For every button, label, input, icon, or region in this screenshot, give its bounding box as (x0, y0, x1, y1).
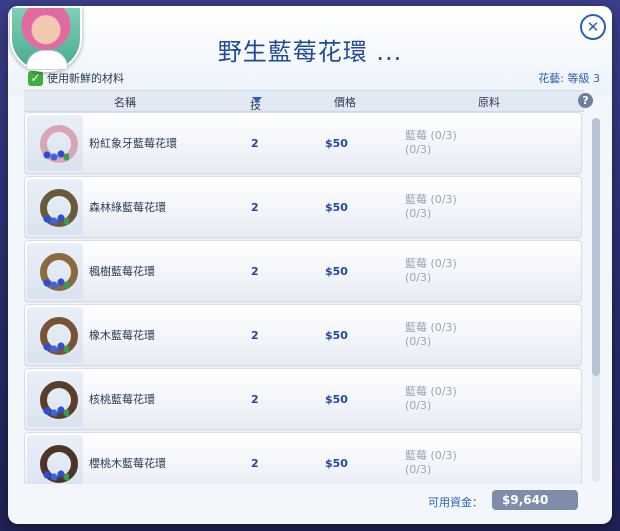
table-row[interactable]: 森林綠藍莓花環 2 $50 藍莓 (0/3) (0/3) (24, 176, 582, 238)
item-price: $50 (325, 457, 348, 470)
item-skill: 2 (251, 265, 259, 278)
item-thumbnail (27, 243, 83, 299)
help-icon[interactable]: ? (578, 93, 593, 108)
item-skill: 2 (251, 393, 259, 406)
ingredient-line: 藍莓 (0/3) (405, 321, 457, 334)
item-thumbnail (27, 115, 83, 171)
item-thumbnail (27, 371, 83, 427)
item-name: 櫻桃木藍莓花環 (89, 457, 166, 470)
scrollbar[interactable] (592, 118, 600, 482)
item-name: 森林綠藍莓花環 (89, 201, 166, 214)
funds-value: $9,640 (492, 490, 578, 510)
item-price: $50 (325, 393, 348, 406)
table-header: 名稱 技能 價格 原料 ? (24, 90, 593, 128)
item-thumbnail (27, 435, 83, 484)
item-skill: 2 (251, 329, 259, 342)
item-ingredients: 藍莓 (0/3) (0/3) (405, 321, 457, 349)
ingredient-line: 藍莓 (0/3) (405, 257, 457, 270)
item-ingredients: 藍莓 (0/3) (0/3) (405, 449, 457, 477)
ingredient-line: 藍莓 (0/3) (405, 385, 457, 398)
item-price: $50 (325, 329, 348, 342)
berries-icon (43, 149, 69, 161)
checkbox-checked-icon[interactable]: ✓ (28, 70, 43, 86)
ingredient-total: (0/3) (405, 271, 432, 284)
header-name[interactable]: 名稱 (114, 94, 136, 110)
berries-icon (43, 341, 69, 353)
berries-icon (43, 469, 69, 481)
item-price: $50 (325, 137, 348, 150)
sort-desc-icon (252, 97, 262, 103)
recipe-list: 粉紅象牙藍莓花環 2 $50 藍莓 (0/3) (0/3) 森林綠藍莓花環 2 $… (24, 112, 584, 484)
close-button[interactable]: ✕ (580, 14, 606, 40)
item-skill: 2 (251, 457, 259, 470)
item-thumbnail (27, 307, 83, 363)
berries-icon (43, 405, 69, 417)
skill-level-info: 花藝: 等級 3 (538, 72, 600, 85)
item-thumbnail (27, 179, 83, 235)
item-name: 粉紅象牙藍莓花環 (89, 137, 177, 150)
table-row[interactable]: 核桃藍莓花環 2 $50 藍莓 (0/3) (0/3) (24, 368, 582, 430)
scrollbar-thumb[interactable] (592, 118, 600, 376)
item-name: 核桃藍莓花環 (89, 393, 155, 406)
header-ingredients[interactable]: 原料 (478, 94, 500, 110)
item-name: 楓樹藍莓花環 (89, 265, 155, 278)
ingredient-total: (0/3) (405, 463, 432, 476)
avatar-shirt (26, 50, 68, 70)
dialog-title: 野生藍莓花環 ... (217, 38, 403, 66)
ingredient-line: 藍莓 (0/3) (405, 193, 457, 206)
crafting-dialog: 野生藍莓花環 ... ✕ ✓ 使用新鮮的材料 花藝: 等級 3 名稱 技能 價格… (8, 6, 612, 524)
ingredient-total: (0/3) (405, 207, 432, 220)
ingredient-line: 藍莓 (0/3) (405, 449, 457, 462)
ingredient-total: (0/3) (405, 143, 432, 156)
sim-avatar[interactable] (10, 6, 82, 72)
item-name: 橡木藍莓花環 (89, 329, 155, 342)
item-ingredients: 藍莓 (0/3) (0/3) (405, 385, 457, 413)
ingredient-line: 藍莓 (0/3) (405, 129, 457, 142)
use-fresh-label: 使用新鮮的材料 (47, 72, 124, 85)
berries-icon (43, 213, 69, 225)
use-fresh-toggle[interactable]: ✓ 使用新鮮的材料 (28, 70, 124, 86)
item-skill: 2 (251, 137, 259, 150)
table-row[interactable]: 粉紅象牙藍莓花環 2 $50 藍莓 (0/3) (0/3) (24, 112, 582, 174)
table-row[interactable]: 橡木藍莓花環 2 $50 藍莓 (0/3) (0/3) (24, 304, 582, 366)
ingredient-total: (0/3) (405, 335, 432, 348)
funds-label: 可用資金： (428, 496, 483, 509)
header-price[interactable]: 價格 (334, 94, 356, 110)
table-row[interactable]: 櫻桃木藍莓花環 2 $50 藍莓 (0/3) (0/3) (24, 432, 582, 484)
item-skill: 2 (251, 201, 259, 214)
berries-icon (43, 277, 69, 289)
ingredient-total: (0/3) (405, 399, 432, 412)
item-ingredients: 藍莓 (0/3) (0/3) (405, 193, 457, 221)
item-price: $50 (325, 265, 348, 278)
table-row[interactable]: 楓樹藍莓花環 2 $50 藍莓 (0/3) (0/3) (24, 240, 582, 302)
item-ingredients: 藍莓 (0/3) (0/3) (405, 129, 457, 157)
item-price: $50 (325, 201, 348, 214)
item-ingredients: 藍莓 (0/3) (0/3) (405, 257, 457, 285)
